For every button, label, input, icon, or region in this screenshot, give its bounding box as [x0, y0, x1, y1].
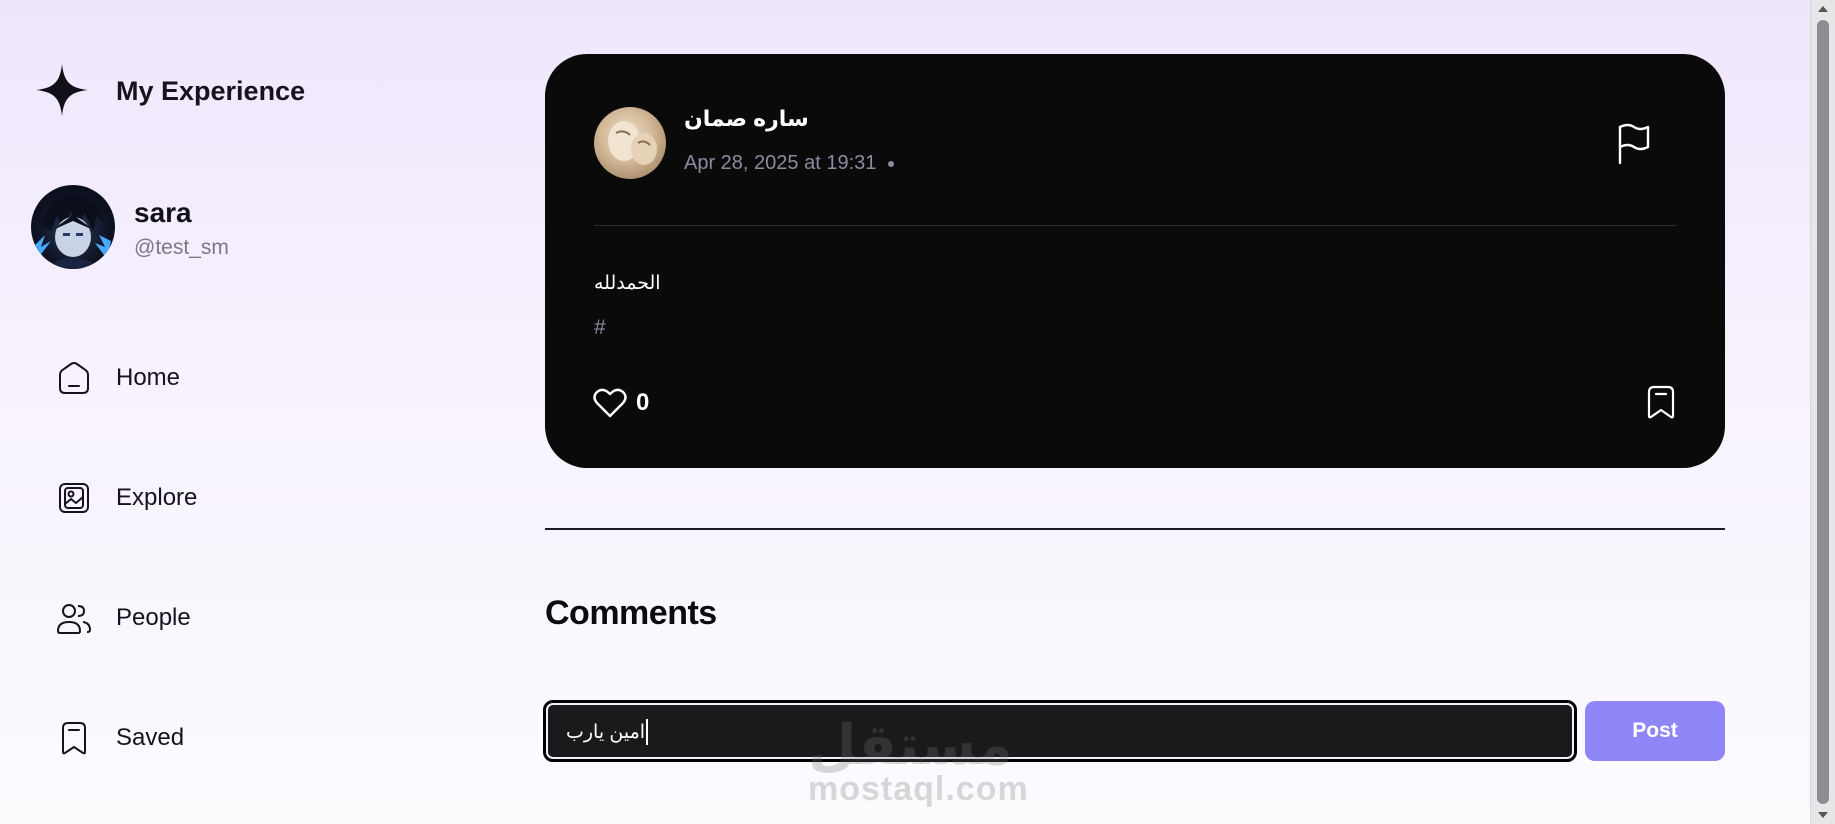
scrollbar[interactable]	[1810, 0, 1835, 824]
post-timestamp: Apr 28, 2025 at 19:31	[684, 152, 895, 175]
post-author-name[interactable]: ساره صمان	[684, 106, 809, 132]
app-title: My Experience	[116, 76, 306, 106]
sidebar-item-saved[interactable]: Saved	[56, 712, 416, 764]
separator-dot	[888, 160, 895, 167]
sidebar-item-label: Explore	[116, 484, 198, 511]
sidebar-item-explore[interactable]: Explore	[56, 472, 416, 524]
gallery-icon	[59, 483, 89, 513]
post-author-avatar[interactable]	[594, 107, 666, 179]
post-content: الحمدلله	[594, 273, 661, 294]
like-count: 0	[636, 389, 650, 416]
post-comment-button[interactable]: Post	[1585, 701, 1725, 761]
post-time-text: Apr 28, 2025 at 19:31	[684, 152, 877, 174]
post-divider	[594, 225, 1676, 226]
user-handle: @test_sm	[134, 236, 229, 259]
sidebar-item-label: Saved	[116, 724, 185, 751]
avatar-image	[608, 121, 657, 165]
comment-input-value: امين يارب	[566, 722, 646, 743]
watermark-url: mostaql.com	[808, 770, 1029, 808]
user-profile[interactable]: sara @test_sm	[31, 185, 431, 271]
watermark-logo: مستقل	[808, 713, 1013, 776]
comments-heading: Comments	[545, 594, 717, 632]
scroll-down-arrow-icon[interactable]	[1818, 812, 1828, 818]
scroll-up-arrow-icon[interactable]	[1818, 6, 1828, 12]
home-icon	[59, 362, 89, 394]
avatar[interactable]	[31, 185, 115, 269]
user-name: sara	[134, 197, 192, 228]
brand[interactable]: My Experience	[34, 62, 305, 118]
flag-icon[interactable]	[1614, 123, 1654, 167]
scrollbar-thumb[interactable]	[1817, 20, 1829, 804]
bookmark-icon	[62, 722, 86, 755]
sidebar-item-people[interactable]: People	[56, 592, 416, 644]
text-caret	[646, 719, 648, 745]
post-card: ساره صمان Apr 28, 2025 at 19:31 الحمدلله…	[545, 54, 1725, 468]
sidebar-item-label: People	[116, 604, 191, 631]
section-divider	[545, 528, 1725, 530]
sidebar-item-label: Home	[116, 364, 181, 391]
sidebar: My Experience sara @test_sm Home Explore…	[0, 0, 520, 824]
avatar-image	[35, 194, 111, 269]
heart-icon[interactable]	[593, 387, 627, 419]
comment-input[interactable]: امين يارب	[543, 700, 1577, 762]
post-tag[interactable]: #	[594, 316, 606, 340]
people-icon	[56, 604, 92, 634]
sidebar-item-home[interactable]: Home	[56, 352, 416, 404]
bookmark-icon[interactable]	[1646, 385, 1676, 419]
sparkle-logo-icon	[36, 64, 88, 116]
